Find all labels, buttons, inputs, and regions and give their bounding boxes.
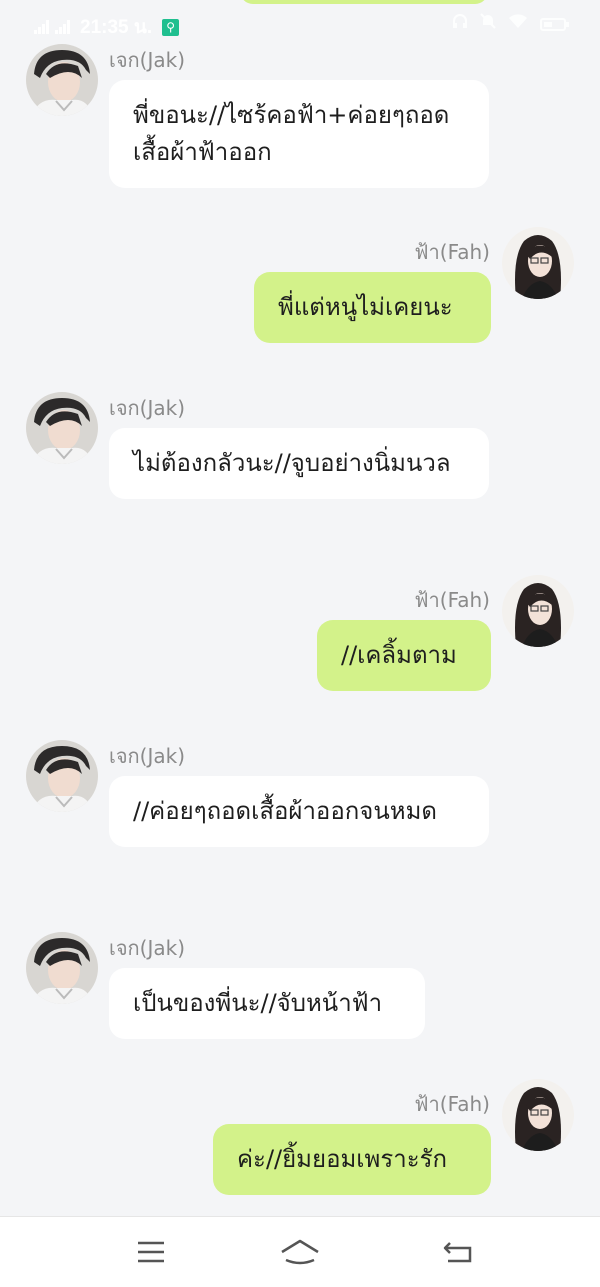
message-bubble[interactable]: //เคลิ้มตาม [317,620,491,691]
avatar-fah[interactable] [502,575,574,647]
sender-name: เจก(Jak) [109,936,186,960]
mute-icon [480,13,496,35]
back-icon[interactable] [438,1235,478,1269]
avatar-jak[interactable] [26,932,98,1004]
sender-name: เจก(Jak) [109,744,186,768]
wifi-icon [508,13,528,35]
message-bubble[interactable]: //ค่อยๆถอดเสื้อผ้าออกจนหมด [109,776,489,847]
navigation-bar [0,1216,600,1287]
message-bubble[interactable]: ค่ะ//ยิ้มยอมเพราะรัก [213,1124,491,1195]
message-bubble[interactable]: พี่ขอนะ//ไซร้คอฟ้า+ค่อยๆถอดเสื้อผ้าฟ้าออ… [109,80,489,188]
signal-icon [34,20,49,34]
sender-name: ฟ้า(Fah) [414,588,490,612]
status-right [452,13,569,35]
message-bubble[interactable]: พี่แต่หนูไม่เคยนะ [254,272,491,343]
home-icon[interactable] [280,1235,320,1269]
status-left: 21:35 น. ⚲ [34,12,180,42]
signal-icon [55,20,70,34]
sender-name: เจก(Jak) [109,48,186,72]
message-bubble[interactable]: ไม่ต้องกลัวนะ//จูบอย่างนิ่มนวล [109,428,489,499]
battery-icon [540,17,569,31]
headphones-icon [452,13,468,35]
app-badge-icon: ⚲ [162,18,180,36]
avatar-jak[interactable] [26,740,98,812]
avatar-fah[interactable] [502,1079,574,1151]
avatar-fah[interactable] [502,227,574,299]
sender-name: เจก(Jak) [109,396,186,420]
status-time: 21:35 น. [80,17,153,38]
message-bubble[interactable]: เป็นของพี่นะ//จับหน้าฟ้า [109,968,425,1039]
menu-icon[interactable] [131,1235,171,1269]
sender-name: ฟ้า(Fah) [414,240,490,264]
previous-message-bubble [240,0,488,4]
avatar-jak[interactable] [26,392,98,464]
avatar-jak[interactable] [26,44,98,116]
sender-name: ฟ้า(Fah) [414,1092,490,1116]
status-bar: 21:35 น. ⚲ [0,0,600,44]
